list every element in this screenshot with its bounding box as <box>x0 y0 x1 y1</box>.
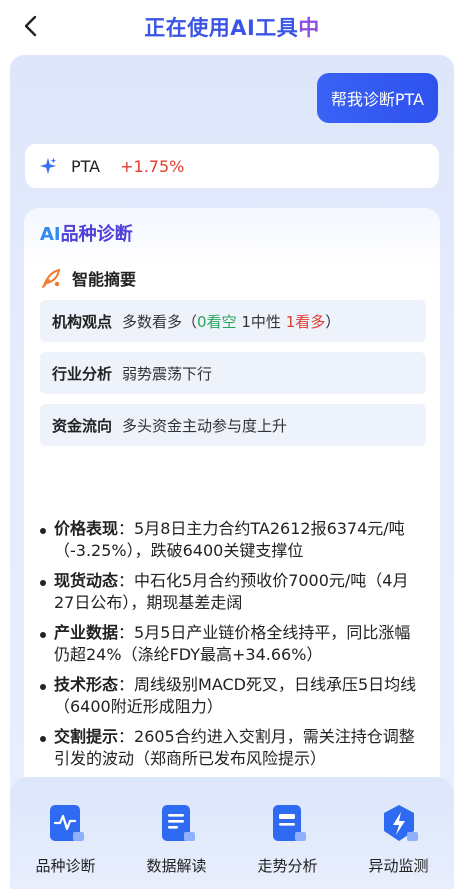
feather-pen-icon <box>42 268 61 288</box>
bullet-key: 产业数据 <box>54 623 119 642</box>
trend-doc-icon <box>272 805 306 841</box>
tool-label: 数据解读 <box>146 857 207 875</box>
info-row-value: 多数看多（0看空 1中性 1看多） <box>122 311 340 332</box>
bullet-key: 交割提示 <box>54 727 119 746</box>
chat-panel: 帮我诊断PTA PTA +1.75% AI品种诊断 智能摘要 机构观点 多数看多… <box>10 55 454 889</box>
summary-label: 智能摘要 <box>72 270 137 289</box>
ticker-change: +1.75% <box>120 156 185 176</box>
bullet-key: 现货动态 <box>54 571 119 590</box>
info-row-value: 多头资金主动参与度上升 <box>122 416 288 435</box>
tool-anomaly-monitoring[interactable]: 异动监测 <box>349 803 449 876</box>
bearish-count: 0看空 <box>197 312 237 331</box>
tool-trend-analysis[interactable]: 走势分析 <box>238 803 338 876</box>
tool-data-interpretation[interactable]: 数据解读 <box>127 803 227 876</box>
header: 正在使用AI工具中 <box>0 0 464 52</box>
list-item: 交割提示：2605合约进入交割月，需关注持仓调整引发的波动（郑商所已发布风险提示… <box>40 726 426 770</box>
info-row-value: 弱势震荡下行 <box>122 364 213 383</box>
tool-label: 异动监测 <box>368 857 429 875</box>
title-accent: 中 <box>298 16 320 40</box>
info-row-institution: 机构观点 多数看多（0看空 1中性 1看多） <box>40 300 426 342</box>
info-row-key: 资金流向 <box>52 416 113 435</box>
analysis-bullets: 价格表现：5月8日主力合约TA2612报6374元/吨（-3.25%），跌破64… <box>40 518 426 778</box>
ai-tool-bar: 品种诊断 数据解读 走势分析 异动监测 <box>10 777 454 889</box>
neutral-count: 1中性 <box>241 312 281 331</box>
view-prefix: 多数看多（ <box>122 312 198 331</box>
title-main: 正在使用AI工具 <box>144 16 299 40</box>
tool-label: 品种诊断 <box>35 857 96 875</box>
list-item: 技术形态：周线级别MACD死叉，日线承压5日均线（6400附近形成阻力） <box>40 674 426 718</box>
info-row-key: 行业分析 <box>52 364 113 383</box>
list-item: 产业数据：5月5日产业链价格全线持平，同比涨幅仍超24%（涤纶FDY最高+34.… <box>40 622 426 666</box>
sparkle-icon <box>39 157 57 175</box>
summary-header: 智能摘要 <box>40 266 136 290</box>
info-row-industry: 行业分析 弱势震荡下行 <box>40 352 426 394</box>
ticker-name: PTA <box>71 156 101 176</box>
page-title: 正在使用AI工具中 <box>0 12 464 42</box>
diagnosis-title-rest: 品种诊断 <box>60 224 133 245</box>
diagnosis-title: AI品种诊断 <box>40 220 133 246</box>
info-row-key: 机构观点 <box>52 312 113 331</box>
view-suffix: ） <box>325 312 341 331</box>
user-message-bubble: 帮我诊断PTA <box>316 73 438 123</box>
tool-variety-diagnosis[interactable]: 品种诊断 <box>16 803 116 876</box>
list-item: 价格表现：5月8日主力合约TA2612报6374元/吨（-3.25%），跌破64… <box>40 518 426 562</box>
list-item: 现货动态：中石化5月合约预收价7000元/吨（4月27日公布），期现基差走阔 <box>40 570 426 614</box>
lightning-shield-icon <box>383 805 418 841</box>
bullet-key: 技术形态 <box>54 675 119 694</box>
bullish-count: 1看多 <box>285 312 326 331</box>
info-row-capital-flow: 资金流向 多头资金主动参与度上升 <box>40 404 426 446</box>
ticker-card[interactable]: PTA +1.75% <box>24 143 440 189</box>
pulse-chart-icon <box>49 805 84 841</box>
bullet-key: 价格表现 <box>54 519 119 538</box>
document-icon <box>161 805 195 841</box>
diagnosis-title-ai: AI <box>40 224 61 245</box>
tool-label: 走势分析 <box>257 857 318 875</box>
